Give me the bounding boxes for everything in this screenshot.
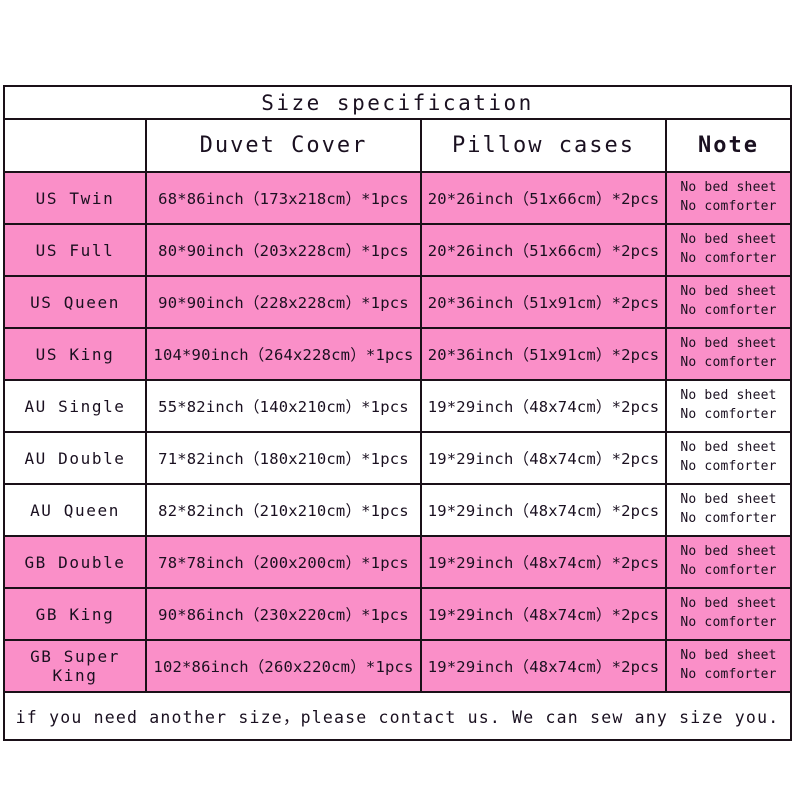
cell-duvet-cover: 55*82inch（140x210cm）*1pcs bbox=[145, 379, 422, 433]
column-header-duvet-cover: Duvet Cover bbox=[145, 118, 422, 173]
note-line-bed-sheet: No bed sheet bbox=[680, 492, 777, 508]
cell-pillow-cases: 20*26inch（51x66cm）*2pcs bbox=[420, 171, 667, 225]
table-row: AU Queen 82*82inch（210x210cm）*1pcs 19*29in… bbox=[3, 483, 793, 537]
cell-duvet-cover: 102*86inch（260x220cm）*1pcs bbox=[145, 639, 422, 693]
cell-pillow-cases: 19*29inch（48x74cm）*2pcs bbox=[420, 379, 667, 433]
note-line-bed-sheet: No bed sheet bbox=[680, 388, 777, 404]
column-header-pillow-cases: Pillow cases bbox=[420, 118, 667, 173]
note-line-bed-sheet: No bed sheet bbox=[680, 440, 777, 456]
note-line-bed-sheet: No bed sheet bbox=[680, 336, 777, 352]
cell-duvet-cover: 68*86inch（173x218cm）*1pcs bbox=[145, 171, 422, 225]
size-specification-table: Size specification Duvet Cover Pillow ca… bbox=[2, 85, 793, 741]
cell-pillow-cases: 20*36inch（51x91cm）*2pcs bbox=[420, 327, 667, 381]
cell-note: No bed sheet No comforter bbox=[664, 379, 793, 433]
cell-note: No bed sheet No comforter bbox=[664, 275, 793, 329]
table-title-row: Size specification bbox=[2, 85, 793, 120]
note-line-comforter: No comforter bbox=[680, 511, 777, 526]
note-line-bed-sheet: No bed sheet bbox=[680, 232, 777, 248]
row-size-label: US Twin bbox=[3, 171, 147, 225]
column-header-label bbox=[3, 118, 147, 173]
note-line-comforter: No comforter bbox=[680, 251, 777, 266]
cell-pillow-cases: 20*26inch（51x66cm）*2pcs bbox=[420, 223, 667, 277]
cell-duvet-cover: 82*82inch（210x210cm）*1pcs bbox=[145, 483, 422, 537]
cell-note: No bed sheet No comforter bbox=[664, 639, 793, 693]
note-line-bed-sheet: No bed sheet bbox=[680, 284, 777, 300]
table-header-row: Duvet Cover Pillow cases Note bbox=[3, 118, 793, 173]
row-size-label: AU Double bbox=[3, 431, 147, 485]
column-header-note: Note bbox=[664, 118, 793, 173]
table-title: Size specification bbox=[2, 85, 793, 120]
note-line-comforter: No comforter bbox=[680, 303, 777, 318]
note-line-bed-sheet: No bed sheet bbox=[680, 544, 777, 560]
cell-duvet-cover: 90*90inch（228x228cm）*1pcs bbox=[145, 275, 422, 329]
cell-note: No bed sheet No comforter bbox=[664, 483, 793, 537]
cell-duvet-cover: 78*78inch（200x200cm）*1pcs bbox=[145, 535, 422, 589]
cell-duvet-cover: 90*86inch（230x220cm）*1pcs bbox=[145, 587, 422, 641]
row-size-label: GB Double bbox=[3, 535, 147, 589]
note-line-comforter: No comforter bbox=[680, 563, 777, 578]
note-line-comforter: No comforter bbox=[680, 667, 777, 682]
row-size-label: US King bbox=[3, 327, 147, 381]
table-row: US Full 80*90inch（203x228cm）*1pcs 20*26inc… bbox=[3, 223, 793, 277]
note-line-comforter: No comforter bbox=[680, 355, 777, 370]
cell-pillow-cases: 19*29inch（48x74cm）*2pcs bbox=[420, 587, 667, 641]
row-size-label: AU Queen bbox=[3, 483, 147, 537]
cell-note: No bed sheet No comforter bbox=[664, 223, 793, 277]
table-row: US King 104*90inch（264x228cm）*1pcs 20*36in… bbox=[3, 327, 793, 381]
table-footer-row: if you need another size，please contact … bbox=[2, 691, 793, 741]
row-size-label: AU Single bbox=[3, 379, 147, 433]
note-line-comforter: No comforter bbox=[680, 407, 777, 422]
cell-pillow-cases: 19*29inch（48x74cm）*2pcs bbox=[420, 483, 667, 537]
size-specification-table-container: Size specification Duvet Cover Pillow ca… bbox=[2, 85, 793, 741]
cell-pillow-cases: 19*29inch（48x74cm）*2pcs bbox=[420, 639, 667, 693]
cell-pillow-cases: 20*36inch（51x91cm）*2pcs bbox=[420, 275, 667, 329]
table-row: US Queen 90*90inch（228x228cm）*1pcs 20*36in… bbox=[3, 275, 793, 329]
note-line-comforter: No comforter bbox=[680, 615, 777, 630]
cell-note: No bed sheet No comforter bbox=[664, 587, 793, 641]
table-row: AU Single 55*82inch（140x210cm）*1pcs 19*29i… bbox=[3, 379, 793, 433]
table-row: GB Super King 102*86inch（260x220cm）*1pcs 1… bbox=[3, 639, 793, 693]
cell-note: No bed sheet No comforter bbox=[664, 535, 793, 589]
cell-note: No bed sheet No comforter bbox=[664, 431, 793, 485]
note-line-bed-sheet: No bed sheet bbox=[680, 596, 777, 612]
table-row: AU Double 71*82inch（180x210cm）*1pcs 19*29i… bbox=[3, 431, 793, 485]
table-row: GB King 90*86inch（230x220cm）*1pcs 19*29inc… bbox=[3, 587, 793, 641]
row-size-label: US Full bbox=[3, 223, 147, 277]
note-line-bed-sheet: No bed sheet bbox=[680, 180, 777, 196]
cell-pillow-cases: 19*29inch（48x74cm）*2pcs bbox=[420, 431, 667, 485]
note-line-bed-sheet: No bed sheet bbox=[680, 648, 777, 664]
note-line-comforter: No comforter bbox=[680, 459, 777, 474]
footer-note: if you need another size，please contact … bbox=[2, 691, 793, 741]
table-row: GB Double 78*78inch（200x200cm）*1pcs 19*29i… bbox=[3, 535, 793, 589]
cell-pillow-cases: 19*29inch（48x74cm）*2pcs bbox=[420, 535, 667, 589]
row-size-label: GB King bbox=[3, 587, 147, 641]
row-size-label: US Queen bbox=[3, 275, 147, 329]
cell-note: No bed sheet No comforter bbox=[664, 327, 793, 381]
note-line-comforter: No comforter bbox=[680, 199, 777, 214]
cell-duvet-cover: 104*90inch（264x228cm）*1pcs bbox=[145, 327, 422, 381]
cell-duvet-cover: 80*90inch（203x228cm）*1pcs bbox=[145, 223, 422, 277]
table-row: US Twin 68*86inch（173x218cm）*1pcs 20*26inc… bbox=[3, 171, 793, 225]
cell-note: No bed sheet No comforter bbox=[664, 171, 793, 225]
row-size-label: GB Super King bbox=[3, 639, 147, 693]
cell-duvet-cover: 71*82inch（180x210cm）*1pcs bbox=[145, 431, 422, 485]
